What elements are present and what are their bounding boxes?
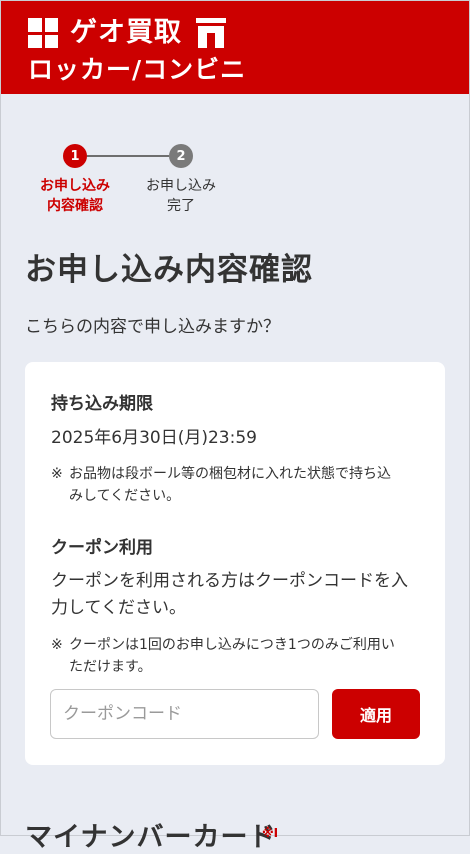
- step-connector: [87, 155, 169, 157]
- my-number-card-section-title: マイナンバーカード: [25, 822, 277, 853]
- coupon-description: クーポンを利用される方はクーポンコードを入 力してください。: [51, 571, 408, 618]
- step-2-label: お申し込み 完了: [146, 178, 216, 214]
- logo-subtitle: ロッカー/コンビニ: [28, 55, 247, 84]
- progress-stepper: 1 2 お申し込み 内容確認 お申し込み 完了: [0, 143, 470, 223]
- store-icon: [196, 18, 226, 48]
- deadline-title: 持ち込み期限: [51, 394, 153, 414]
- step-2-circle: 2: [169, 144, 193, 168]
- logo[interactable]: ゲオ買取 ロッカー/コンビニ: [28, 15, 246, 85]
- apply-coupon-button[interactable]: 適用: [332, 689, 420, 739]
- confirmation-question: こちらの内容で申し込みますか？: [25, 317, 280, 337]
- deadline-note: ※ お品物は段ボール等の梱包材に入れた状態で持ち込 みしてください。: [51, 466, 391, 504]
- coupon-code-input[interactable]: [50, 689, 319, 739]
- deadline-value: 2025年6月30日(月)23:59: [51, 428, 257, 448]
- required-mark: ※I: [262, 826, 279, 840]
- coupon-title: クーポン利用: [51, 538, 153, 558]
- coupon-note: ※ クーポンは1回のお申し込みにつき1つのみご利用い ただけます。: [51, 637, 395, 675]
- logo-title: ゲオ買取: [70, 17, 182, 48]
- step-1-label: お申し込み 内容確認: [40, 178, 110, 214]
- geo-grid-logo-icon: [28, 18, 58, 48]
- page-title: お申し込み内容確認: [25, 252, 313, 288]
- application-details-card: 持ち込み期限 2025年6月30日(月)23:59 ※ お品物は段ボール等の梱包…: [25, 362, 445, 765]
- header: ゲオ買取 ロッカー/コンビニ: [1, 1, 469, 94]
- step-1-circle: 1: [63, 144, 87, 168]
